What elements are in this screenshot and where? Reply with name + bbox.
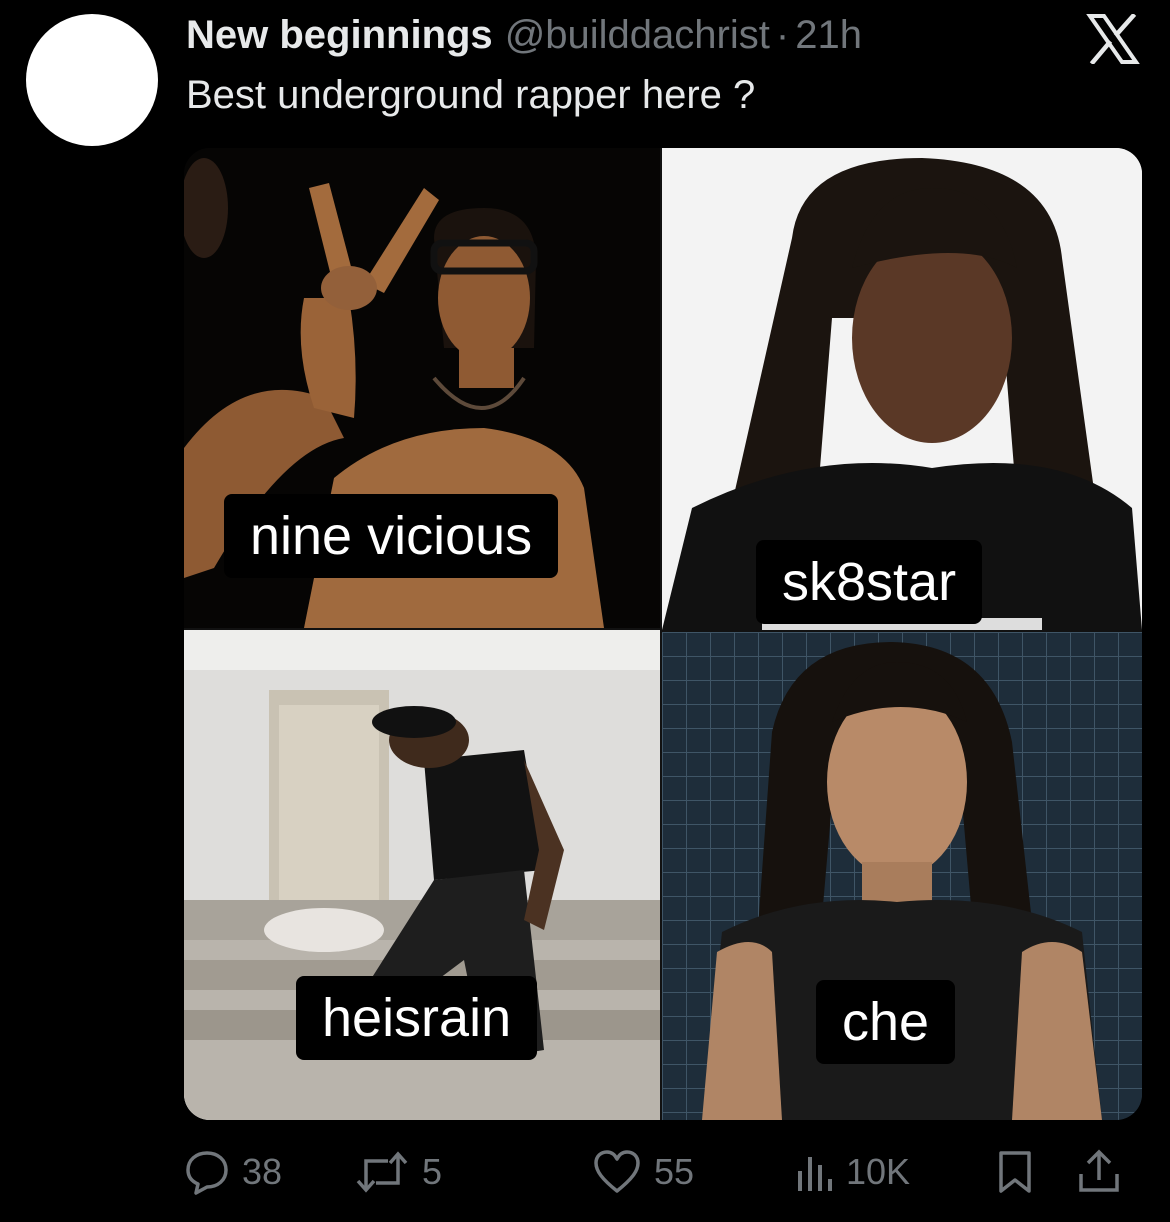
- retweet-arrows-icon: [356, 1151, 408, 1193]
- share-upload-icon: [1079, 1149, 1119, 1192]
- reply-button[interactable]: 38: [184, 1145, 282, 1199]
- bookmark-button[interactable]: [996, 1145, 1034, 1199]
- avatar[interactable]: [26, 14, 158, 146]
- tweet-text: Best underground rapper here ?: [186, 73, 756, 117]
- author-name[interactable]: New beginnings: [186, 13, 493, 57]
- retweet-button[interactable]: 5: [354, 1145, 442, 1199]
- name-label: heisrain: [296, 976, 538, 1060]
- action-bar: 38 5 55 10K: [184, 1145, 1144, 1199]
- like-button[interactable]: 55: [592, 1145, 694, 1199]
- media-photo-sk8star[interactable]: sk8star: [662, 148, 1142, 630]
- media-photo-che[interactable]: che: [662, 632, 1142, 1120]
- tweet-header: New beginnings @builddachrist · 21h: [186, 12, 862, 58]
- name-label: nine vicious: [224, 494, 559, 578]
- heart-icon: [594, 1150, 640, 1193]
- media-photo-nine-vicious[interactable]: nine vicious: [184, 148, 660, 628]
- speech-bubble-icon: [186, 1151, 228, 1195]
- views-button[interactable]: 10K: [794, 1145, 910, 1199]
- bar-chart-icon: [798, 1157, 832, 1191]
- name-label: che: [816, 980, 956, 1064]
- media-photo-heisrain[interactable]: heisrain: [184, 630, 660, 1120]
- separator-dot: ·: [775, 13, 790, 57]
- author-handle[interactable]: @builddachrist: [505, 13, 770, 57]
- bookmark-icon: [999, 1151, 1031, 1193]
- tweet-card[interactable]: New beginnings @builddachrist · 21h Best un…: [0, 0, 1170, 1222]
- share-button[interactable]: [1076, 1145, 1122, 1199]
- views-count: 10K: [846, 1151, 911, 1192]
- retweet-count: 5: [422, 1151, 443, 1192]
- name-label: sk8star: [756, 540, 983, 624]
- timestamp[interactable]: 21h: [795, 13, 862, 57]
- like-count: 55: [654, 1151, 695, 1192]
- x-logo-icon: [1086, 14, 1140, 64]
- reply-count: 38: [242, 1151, 283, 1192]
- media-grid[interactable]: nine vicious sk8star heisrain che: [184, 148, 1142, 1120]
